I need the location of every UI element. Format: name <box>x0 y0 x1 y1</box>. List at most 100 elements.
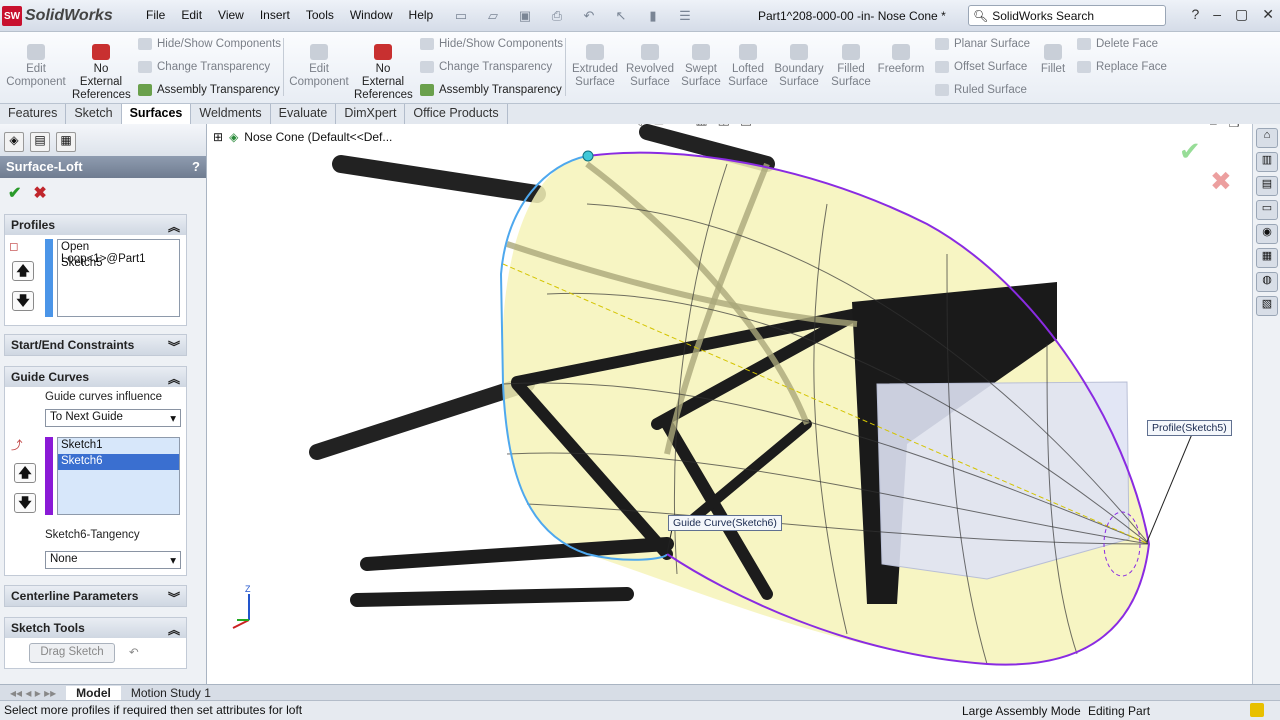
configuration-manager-icon[interactable]: ▦ <box>56 132 76 152</box>
list-item[interactable]: Open Loop<1>@Part1 <box>58 240 179 265</box>
collapse-chevron-icon[interactable]: ︽ <box>168 621 180 637</box>
rebuild-status-icon[interactable] <box>1250 703 1264 717</box>
display-style-icon[interactable]: ▣ <box>740 124 752 128</box>
close-icon[interactable]: ✕ <box>1262 6 1274 23</box>
tab-surfaces[interactable]: Surfaces <box>121 104 192 124</box>
move-up-icon[interactable]: 🡅 <box>14 463 36 483</box>
view-palette-icon[interactable]: ▦ <box>1256 248 1278 268</box>
save-icon[interactable]: ▣ <box>512 6 538 26</box>
freeform-button[interactable]: Freeform <box>876 44 926 76</box>
collapse-chevron-icon[interactable]: ︽ <box>168 218 180 234</box>
tab-features[interactable]: Features <box>0 104 67 124</box>
confirm-ok-icon[interactable]: ✔ <box>1179 136 1201 167</box>
guide-curves-list[interactable]: Sketch1 Sketch6 <box>57 437 180 515</box>
previous-view-icon[interactable]: ↶ <box>674 124 685 128</box>
section-view-icon[interactable]: ▧ <box>695 124 707 128</box>
tab-scroll-arrows-icon[interactable]: ◂◂ ◂ ▸ ▸▸ <box>0 686 66 700</box>
options-icon[interactable]: ☰ <box>672 6 698 26</box>
guide-influence-select[interactable]: To Next Guide ▾ <box>45 409 181 427</box>
swept-surface-button[interactable]: Swept Surface <box>679 44 723 89</box>
menu-insert[interactable]: Insert <box>252 8 298 22</box>
cancel-x-icon[interactable]: ✖ <box>33 183 46 202</box>
profiles-header[interactable]: Profiles ︽ <box>5 215 186 235</box>
undo-sketch-icon[interactable]: ↶ <box>129 645 139 659</box>
offset-surface-button[interactable]: Offset Surface <box>935 61 1027 73</box>
view-orientation-icon[interactable]: ◫ <box>718 124 730 128</box>
tab-weldments[interactable]: Weldments <box>191 104 271 124</box>
design-library-icon[interactable]: ▤ <box>1256 176 1278 196</box>
connector-handle[interactable] <box>582 150 594 162</box>
change-transparency-button-2[interactable]: Change Transparency <box>420 61 552 73</box>
expand-plus-icon[interactable]: ⊞ <box>213 130 223 144</box>
ruled-surface-button[interactable]: Ruled Surface <box>935 84 1027 96</box>
minimize-icon[interactable]: – <box>1213 6 1221 23</box>
viewport-minimize-icon[interactable]: – <box>1210 124 1217 130</box>
guide-curve-callout[interactable]: Guide Curve(Sketch6) <box>668 515 782 531</box>
drag-sketch-button[interactable]: Drag Sketch <box>29 643 115 663</box>
menu-edit[interactable]: Edit <box>173 8 210 22</box>
zoom-to-fit-icon[interactable]: 🔍︎ <box>627 124 644 128</box>
search-results-icon[interactable]: ◉ <box>1256 224 1278 244</box>
tab-dimxpert[interactable]: DimXpert <box>336 104 406 124</box>
profiles-list[interactable]: Open Loop<1>@Part1 Sketch5 <box>57 239 180 317</box>
feature-manager-icon[interactable]: ◈ <box>4 132 24 152</box>
planar-surface-button[interactable]: Planar Surface <box>935 38 1030 50</box>
hide-show-items-icon[interactable]: ◌ <box>762 124 770 128</box>
appearance-icon[interactable]: ● <box>780 124 788 128</box>
assembly-transparency-button[interactable]: Assembly Transparency <box>138 84 280 96</box>
tab-motion-study[interactable]: Motion Study 1 <box>121 686 221 700</box>
no-external-references-button[interactable]: No External References <box>72 44 131 102</box>
custom-properties-icon[interactable]: ▧ <box>1256 296 1278 316</box>
change-transparency-button[interactable]: Change Transparency <box>138 61 270 73</box>
replace-face-button[interactable]: Replace Face <box>1077 61 1167 73</box>
panel-help-icon[interactable]: ? <box>192 159 200 178</box>
ok-check-icon[interactable]: ✔ <box>8 183 21 202</box>
list-item-selected[interactable]: Sketch6 <box>58 454 179 470</box>
confirm-cancel-icon[interactable]: ✖ <box>1210 166 1232 197</box>
edit-component-button[interactable]: Edit Component <box>6 44 66 89</box>
rebuild-icon[interactable]: ▮ <box>640 6 666 26</box>
graphics-area[interactable]: ⊞ ◈ Nose Cone (Default<<Def... 🔍︎ ⊡ ↶ ▧ … <box>207 124 1252 684</box>
tab-evaluate[interactable]: Evaluate <box>271 104 337 124</box>
appearances-icon[interactable]: ◍ <box>1256 272 1278 292</box>
filled-surface-button[interactable]: Filled Surface <box>829 44 873 89</box>
move-up-icon[interactable]: 🡅 <box>12 261 34 281</box>
assembly-transparency-button-2[interactable]: Assembly Transparency <box>420 84 562 96</box>
app-logo[interactable]: SW SolidWorks <box>2 4 113 28</box>
property-manager-icon[interactable]: ▤ <box>30 132 50 152</box>
collapse-chevron-icon[interactable]: ︽ <box>168 370 180 386</box>
delete-face-button[interactable]: Delete Face <box>1077 38 1158 50</box>
menu-window[interactable]: Window <box>342 8 401 22</box>
open-icon[interactable]: ▱ <box>480 6 506 26</box>
tab-office-products[interactable]: Office Products <box>405 104 508 124</box>
scene-icon[interactable]: ◒ <box>798 124 806 128</box>
no-external-references-button-2[interactable]: No External References <box>354 44 413 102</box>
tangency-select[interactable]: None ▾ <box>45 551 181 569</box>
viewport-restore-icon[interactable]: ❐ <box>1229 124 1240 130</box>
expand-chevron-icon[interactable]: ︾ <box>168 589 180 605</box>
revolved-surface-button[interactable]: Revolved Surface <box>624 44 676 89</box>
hide-show-components-button[interactable]: Hide/Show Components <box>138 38 281 50</box>
fillet-button[interactable]: Fillet <box>1038 44 1068 76</box>
move-down-icon[interactable]: 🡇 <box>14 493 36 513</box>
move-down-icon[interactable]: 🡇 <box>12 291 34 311</box>
feature-tree-flyout[interactable]: ⊞ ◈ Nose Cone (Default<<Def... <box>213 130 392 144</box>
tab-model[interactable]: Model <box>66 685 121 700</box>
search-input[interactable]: 🔍︎ SolidWorks Search <box>968 5 1166 26</box>
new-document-icon[interactable]: ▭ <box>448 6 474 26</box>
boundary-surface-button[interactable]: Boundary Surface <box>773 44 825 89</box>
print-icon[interactable]: ⎙ <box>544 6 570 26</box>
profile-callout[interactable]: Profile(Sketch5) <box>1147 420 1232 436</box>
home-icon[interactable]: ⌂ <box>1256 128 1278 148</box>
sketch-tools-header[interactable]: Sketch Tools ︽ <box>5 618 186 638</box>
centerline-header[interactable]: Centerline Parameters ︾ <box>5 586 186 606</box>
lofted-surface-button[interactable]: Lofted Surface <box>726 44 770 89</box>
undo-icon[interactable]: ↶ <box>576 6 602 26</box>
zoom-area-icon[interactable]: ⊡ <box>654 124 665 128</box>
start-end-header[interactable]: Start/End Constraints ︾ <box>5 335 186 355</box>
menu-view[interactable]: View <box>210 8 252 22</box>
list-item[interactable]: Sketch1 <box>58 438 179 454</box>
menu-help[interactable]: Help <box>401 8 442 22</box>
menu-file[interactable]: File <box>138 8 173 22</box>
help-icon[interactable]: ? <box>1191 6 1199 23</box>
